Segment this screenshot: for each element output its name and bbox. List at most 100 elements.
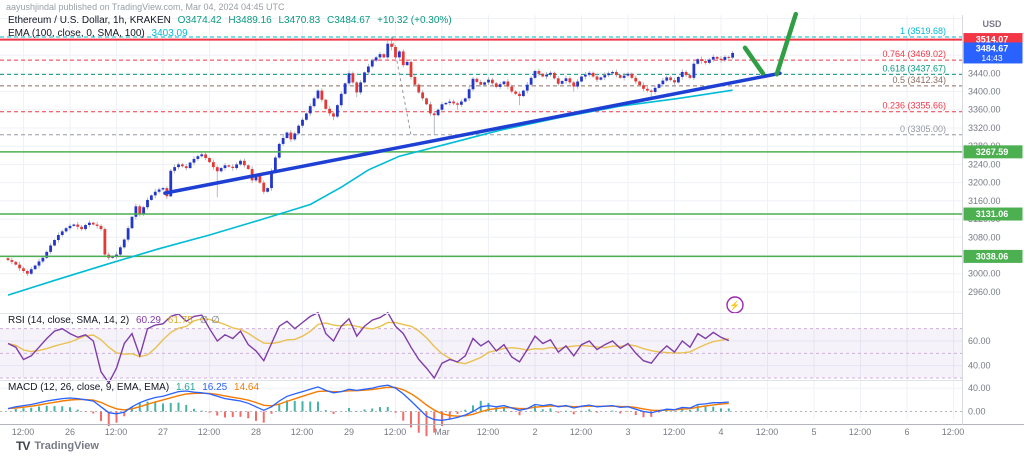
candle-body <box>348 73 351 83</box>
candle-body <box>413 77 416 85</box>
candle-body <box>386 44 389 58</box>
candle-body <box>441 104 444 109</box>
candle-body <box>38 261 41 265</box>
time-scale[interactable]: 12:002612:002712:002812:002912:00Mar12:0… <box>12 427 965 437</box>
candle-body <box>351 73 354 82</box>
candle-body <box>638 82 641 86</box>
candle-body <box>154 192 157 196</box>
footer-brand: TV TradingView <box>16 439 99 453</box>
candle-body <box>309 106 312 113</box>
candle-body <box>685 72 688 75</box>
axis-label: 12:00 <box>105 427 128 437</box>
symbol-title: Ethereum / U.S. Dollar, 1h, KRAKEN <box>8 15 171 26</box>
candle-body <box>669 77 672 80</box>
candle-body <box>712 57 715 60</box>
candle-body <box>607 73 610 75</box>
axis-label: 1 (3519.68) <box>900 26 946 36</box>
candle-body <box>266 188 269 192</box>
candle-body <box>158 189 161 191</box>
axis-label: 3038.06 <box>976 251 1009 261</box>
candle-body <box>14 262 17 265</box>
candle-body <box>692 64 695 78</box>
currency-label: USD <box>982 19 1002 29</box>
candle-body <box>406 62 409 65</box>
candle-body <box>541 74 544 77</box>
candle-body <box>650 91 653 92</box>
candle-body <box>103 229 106 255</box>
ema-value: 3403.09 <box>152 28 188 39</box>
candle-body <box>69 226 72 228</box>
candle-body <box>557 78 560 83</box>
candle-body <box>340 94 343 105</box>
axis-label: 40.00 <box>968 383 991 393</box>
candle-body <box>568 78 571 82</box>
candle-body <box>689 75 692 78</box>
candle-body <box>235 164 238 168</box>
candle-body <box>460 102 463 105</box>
axis-label: 2 <box>532 427 537 437</box>
candle-body <box>522 91 525 96</box>
candle-body <box>53 240 56 245</box>
axis-label: 5 <box>811 427 816 437</box>
candle-body <box>65 228 68 231</box>
candle-body <box>565 78 568 81</box>
candle-body <box>18 265 21 269</box>
candle-body <box>80 227 83 229</box>
candle-body <box>100 226 103 229</box>
axis-label: 3200.00 <box>968 178 1001 188</box>
candle-body <box>131 217 134 228</box>
axis-label: 12:00 <box>477 427 500 437</box>
axis-label: 3000.00 <box>968 269 1001 279</box>
candle-body <box>518 94 521 96</box>
candle-body <box>495 83 498 87</box>
candle-body <box>661 81 664 85</box>
candle-body <box>704 61 707 63</box>
axis-label: 12:00 <box>849 427 872 437</box>
candle-body <box>421 92 424 98</box>
candle-body <box>61 231 64 235</box>
candle-body <box>510 87 513 92</box>
rsi-legend: RSI (14, close, SMA, 14, 2) 60.29 61.75 … <box>8 315 220 326</box>
fib-retracement: 1 (3519.68)0.764 (3469.02)0.618 (3437.67… <box>0 26 963 135</box>
candle-body <box>57 235 60 240</box>
axis-label: 14:43 <box>981 53 1003 63</box>
candle-body <box>134 206 137 216</box>
candle-body <box>324 100 327 109</box>
candle-body <box>615 72 618 75</box>
candle-body <box>410 62 413 77</box>
candle-body <box>72 225 75 226</box>
candle-body <box>278 144 281 158</box>
candle-body <box>464 98 467 101</box>
candle-body <box>499 84 502 87</box>
axis-label: 3360.00 <box>968 105 1001 115</box>
candle-body <box>433 113 436 115</box>
candle-body <box>282 138 285 144</box>
candle-body <box>30 269 33 274</box>
candle-body <box>289 133 292 140</box>
candle-body <box>367 66 370 72</box>
candle-body <box>76 225 79 227</box>
candle-body <box>580 76 583 81</box>
candle-body <box>716 57 719 59</box>
horizontal-lines <box>0 40 963 257</box>
candle-body <box>301 120 304 126</box>
candle-body <box>34 266 37 270</box>
axis-label: 12:00 <box>12 427 35 437</box>
rsi-empty-icon: ∅ <box>211 315 220 326</box>
ema-title: EMA (100, close, 0, SMA, 100) <box>8 28 145 39</box>
lightning-marker-icon: ⚡ <box>727 297 743 313</box>
candle-body <box>92 223 95 225</box>
axis-label: 2960.00 <box>968 287 1001 297</box>
candle-body <box>553 73 556 78</box>
candle-body <box>208 158 211 162</box>
candle-body <box>123 240 126 248</box>
macd-signal-value: 14.64 <box>234 382 259 393</box>
price-scale[interactable]: USD3440.003400.003360.003320.003280.0032… <box>964 19 1023 417</box>
candle-body <box>231 167 234 168</box>
candle-body <box>262 183 265 192</box>
candle-body <box>530 78 533 85</box>
axis-label: 0 (3305.00) <box>900 124 946 134</box>
axis-label: 29 <box>344 427 354 437</box>
tradingview-wordmark: TradingView <box>34 440 99 452</box>
candle-body <box>677 77 680 82</box>
